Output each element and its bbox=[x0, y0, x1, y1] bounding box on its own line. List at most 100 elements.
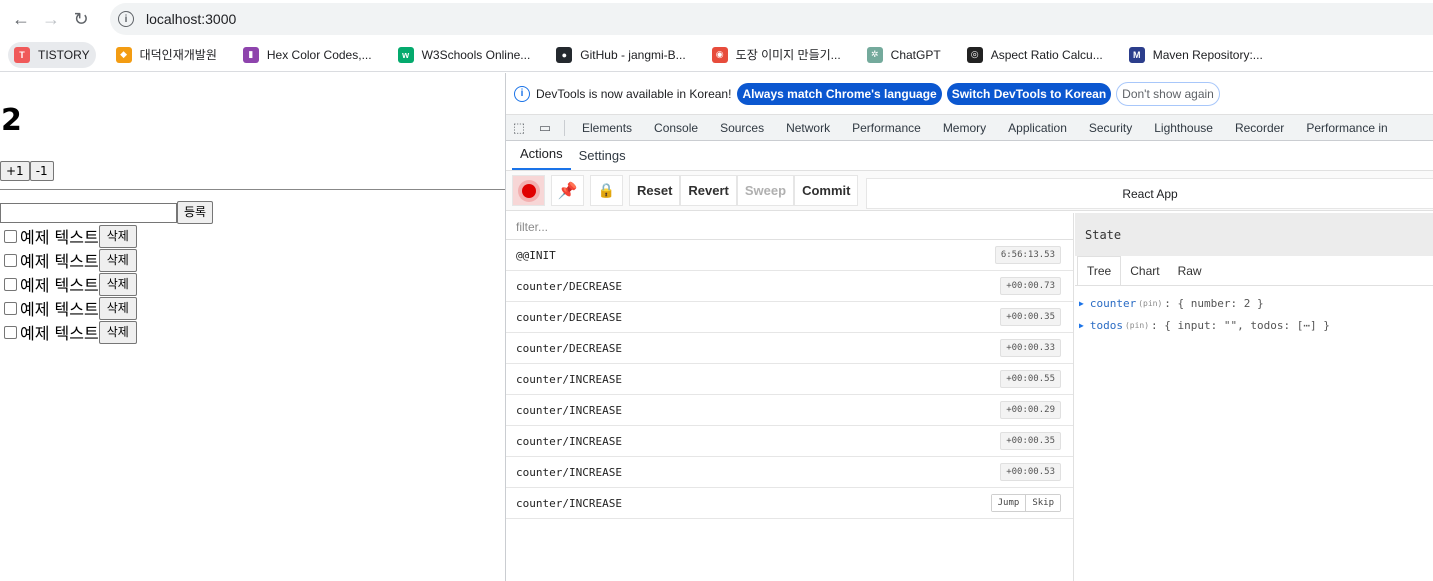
pin-link[interactable]: (pin) bbox=[1138, 299, 1162, 308]
reload-icon[interactable]: ↻ bbox=[66, 4, 96, 34]
action-row[interactable]: counter/DECREASE +00:00.73 bbox=[506, 271, 1073, 302]
bookmark-favicon-icon: ● bbox=[556, 46, 573, 63]
subtab-actions[interactable]: Actions bbox=[512, 146, 571, 170]
todo-checkbox[interactable] bbox=[4, 325, 17, 339]
skip-button[interactable]: Skip bbox=[1025, 495, 1060, 511]
todo-checkbox[interactable] bbox=[4, 301, 17, 315]
bookmark-favicon-icon: ◎ bbox=[966, 46, 983, 63]
reset-button[interactable]: Reset bbox=[629, 175, 681, 206]
tab-elements[interactable]: Elements bbox=[571, 121, 643, 135]
bookmark-item[interactable]: ◆ 대덕인재개발원 bbox=[110, 42, 223, 68]
todo-item: 예제 텍스트 삭제 bbox=[0, 224, 137, 248]
todo-item: 예제 텍스트 삭제 bbox=[0, 272, 137, 296]
action-row[interactable]: counter/INCREASE Jump Skip bbox=[506, 488, 1073, 519]
tab-performance-in[interactable]: Performance in bbox=[1295, 121, 1398, 135]
tab-network[interactable]: Network bbox=[775, 121, 841, 135]
add-todo-button[interactable]: 등록 bbox=[177, 201, 214, 224]
action-time: +00:00.35 bbox=[1000, 432, 1061, 450]
state-key: counter bbox=[1089, 296, 1137, 310]
todo-input[interactable] bbox=[0, 202, 177, 223]
app-page: 2 +1 -1 등록 예제 텍스트 삭제 예제 텍스트 삭제 예제 텍스트 삭제 예제 텍스… bbox=[0, 73, 505, 581]
subtab-settings[interactable]: Settings bbox=[571, 148, 634, 170]
decrease-button[interactable]: -1 bbox=[29, 161, 54, 181]
delete-todo-button[interactable]: 삭제 bbox=[98, 296, 137, 320]
tab-console[interactable]: Console bbox=[643, 121, 709, 135]
tab-lighthouse[interactable]: Lighthouse bbox=[1143, 121, 1224, 135]
action-time: +00:00.55 bbox=[1000, 370, 1061, 388]
address-bar[interactable]: i localhost:3000 bbox=[110, 3, 1433, 35]
bookmark-item[interactable]: ✲ ChatGPT bbox=[861, 42, 947, 68]
action-row[interactable]: counter/DECREASE +00:00.35 bbox=[506, 302, 1073, 333]
action-type: counter/INCREASE bbox=[516, 496, 622, 510]
inspect-element-icon[interactable]: ⬚ bbox=[506, 120, 532, 136]
pin-button[interactable]: 📌 bbox=[551, 175, 584, 206]
state-title: State bbox=[1075, 213, 1433, 256]
pin-link[interactable]: (pin) bbox=[1125, 321, 1149, 330]
switch-korean-button[interactable]: Switch DevTools to Korean bbox=[946, 82, 1112, 105]
lock-button[interactable]: 🔒 bbox=[590, 175, 623, 206]
todo-list: 예제 텍스트 삭제 예제 텍스트 삭제 예제 텍스트 삭제 예제 텍스트 삭제 예제 텍스트 삭제 bbox=[0, 224, 137, 344]
browser-toolbar: ← → ↻ i localhost:3000 bbox=[0, 0, 1433, 38]
tab-security[interactable]: Security bbox=[1078, 121, 1143, 135]
state-tree-node[interactable]: ▶ counter (pin): { number: 2 } bbox=[1075, 292, 1433, 314]
tab-application[interactable]: Application bbox=[997, 121, 1078, 135]
action-row[interactable]: counter/INCREASE +00:00.35 bbox=[506, 426, 1073, 457]
bookmark-label: Maven Repository:... bbox=[1152, 47, 1263, 62]
state-value: : { input: "", todos: [⋯] } bbox=[1151, 318, 1330, 332]
tab-memory[interactable]: Memory bbox=[932, 121, 997, 135]
state-tab-raw[interactable]: Raw bbox=[1169, 257, 1211, 285]
state-tree-node[interactable]: ▶ todos (pin): { input: "", todos: [⋯] } bbox=[1075, 314, 1433, 336]
bookmark-item[interactable]: ◉ 도장 이미지 만들기... bbox=[706, 42, 847, 68]
counter-buttons: +1 -1 bbox=[0, 161, 54, 181]
todo-text: 예제 텍스트 bbox=[20, 324, 99, 343]
dont-show-again-button[interactable]: Don't show again bbox=[1116, 81, 1220, 106]
delete-todo-button[interactable]: 삭제 bbox=[98, 224, 137, 248]
expand-arrow-icon[interactable]: ▶ bbox=[1079, 299, 1084, 308]
bookmark-label: TISTORY bbox=[38, 47, 90, 62]
devtools-tabbar: ⬚ ▭ Elements Console Sources Network Perform… bbox=[506, 115, 1433, 141]
tab-performance[interactable]: Performance bbox=[841, 121, 932, 135]
todo-text: 예제 텍스트 bbox=[20, 300, 99, 319]
bookmark-item[interactable]: w W3Schools Online... bbox=[392, 42, 537, 68]
action-row[interactable]: counter/DECREASE +00:00.33 bbox=[506, 333, 1073, 364]
todo-checkbox[interactable] bbox=[4, 229, 17, 243]
expand-arrow-icon[interactable]: ▶ bbox=[1079, 321, 1084, 330]
forward-icon[interactable]: → bbox=[36, 4, 66, 34]
todo-text: 예제 텍스트 bbox=[20, 252, 99, 271]
match-language-button[interactable]: Always match Chrome's language bbox=[737, 82, 942, 105]
state-tab-tree[interactable]: Tree bbox=[1077, 256, 1122, 285]
action-row[interactable]: counter/INCREASE +00:00.55 bbox=[506, 364, 1073, 395]
increase-button[interactable]: +1 bbox=[0, 161, 30, 181]
action-filter-input[interactable]: filter... bbox=[506, 213, 1073, 240]
record-button[interactable] bbox=[512, 175, 545, 206]
counter-value: 2 bbox=[1, 103, 22, 138]
bookmark-item[interactable]: T TISTORY bbox=[8, 41, 96, 68]
todo-checkbox[interactable] bbox=[4, 253, 17, 267]
action-row[interactable]: counter/INCREASE +00:00.53 bbox=[506, 457, 1073, 488]
sweep-button[interactable]: Sweep bbox=[736, 175, 795, 206]
bookmark-item[interactable]: ● GitHub - jangmi-B... bbox=[550, 42, 691, 68]
tab-recorder[interactable]: Recorder bbox=[1224, 121, 1295, 135]
bookmark-item[interactable]: M Maven Repository:... bbox=[1123, 42, 1269, 68]
site-info-icon[interactable]: i bbox=[118, 11, 134, 27]
jump-button[interactable]: Jump bbox=[991, 495, 1026, 511]
todo-text: 예제 텍스트 bbox=[20, 276, 99, 295]
state-tab-chart[interactable]: Chart bbox=[1121, 257, 1168, 285]
back-icon[interactable]: ← bbox=[6, 4, 36, 34]
delete-todo-button[interactable]: 삭제 bbox=[98, 248, 137, 272]
action-row[interactable]: @@INIT 6:56:13.53 bbox=[506, 240, 1073, 271]
bookmark-item[interactable]: ◎ Aspect Ratio Calcu... bbox=[961, 42, 1109, 68]
device-toolbar-icon[interactable]: ▭ bbox=[532, 120, 558, 136]
delete-todo-button[interactable]: 삭제 bbox=[98, 272, 137, 296]
delete-todo-button[interactable]: 삭제 bbox=[98, 320, 137, 344]
jump-skip-group: Jump Skip bbox=[990, 494, 1061, 512]
revert-button[interactable]: Revert bbox=[680, 175, 737, 206]
commit-button[interactable]: Commit bbox=[794, 175, 859, 206]
todo-checkbox[interactable] bbox=[4, 277, 17, 291]
instance-selector[interactable]: React App bbox=[866, 178, 1433, 209]
bookmark-item[interactable]: ▮ Hex Color Codes,... bbox=[237, 42, 378, 68]
tab-sources[interactable]: Sources bbox=[709, 121, 775, 135]
action-time: +00:00.33 bbox=[1000, 339, 1061, 357]
infobar-message: DevTools is now available in Korean! bbox=[536, 86, 732, 101]
action-row[interactable]: counter/INCREASE +00:00.29 bbox=[506, 395, 1073, 426]
